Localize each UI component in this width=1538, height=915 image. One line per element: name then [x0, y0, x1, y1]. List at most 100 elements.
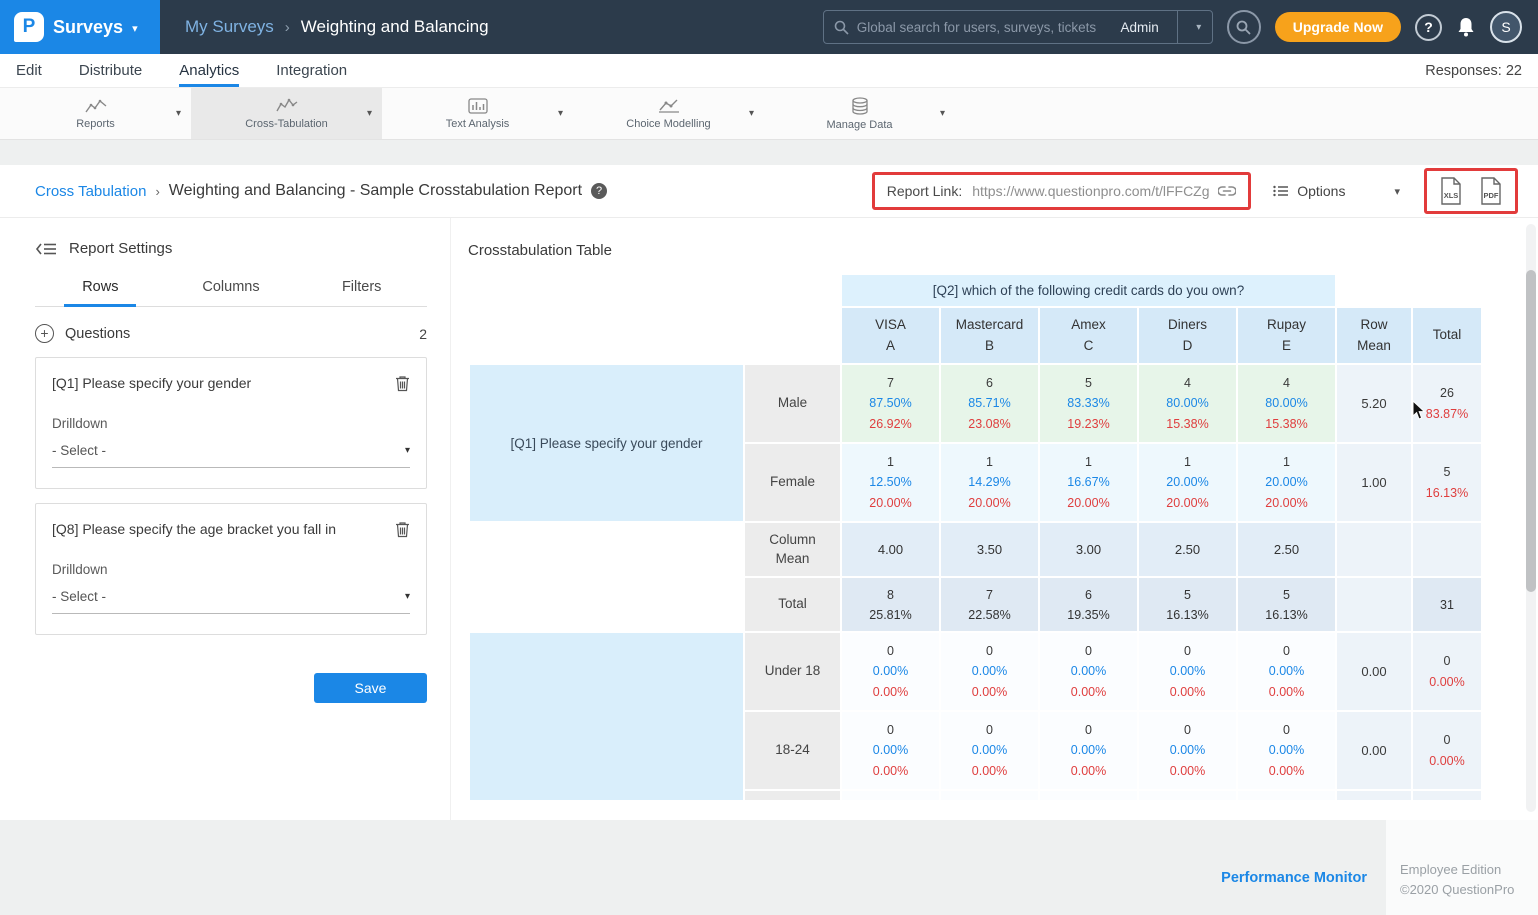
performance-monitor-link[interactable]: Performance Monitor — [1221, 870, 1367, 886]
report-header: Cross Tabulation › Weighting and Balanci… — [0, 165, 1538, 218]
search-submit-button[interactable] — [1227, 10, 1261, 44]
delete-question-icon[interactable] — [395, 375, 410, 392]
column-mean-value: 3.50 — [941, 523, 1038, 576]
toolbar-item-label: Cross-Tabulation — [245, 118, 328, 130]
save-button[interactable]: Save — [314, 673, 427, 703]
edition-panel: Employee Edition ©2020 QuestionPro — [1386, 820, 1538, 915]
question-text: [Q1] Please specify your gender — [52, 375, 251, 392]
search-icon — [834, 20, 849, 35]
corner-blank — [470, 275, 840, 306]
delete-question-icon[interactable] — [395, 521, 410, 538]
tab-rows[interactable]: Rows — [35, 279, 166, 306]
total-value: 825.81% — [842, 578, 939, 631]
drilldown-select[interactable]: - Select - ▾ — [52, 589, 410, 614]
search-scope-caret-icon[interactable]: ▾ — [1186, 22, 1212, 33]
help-button[interactable]: ? — [1415, 14, 1442, 41]
vertical-scrollbar[interactable] — [1526, 224, 1536, 812]
question-card-q1: [Q1] Please specify your gender Drilldow… — [35, 357, 427, 489]
collapse-panel-icon[interactable] — [35, 242, 57, 256]
row-label-18-24: 18-24 — [745, 712, 840, 789]
breadcrumb-current-survey: Weighting and Balancing — [301, 17, 489, 37]
export-xls-button[interactable]: XLS — [1439, 177, 1463, 205]
toolbar-item-manage-data[interactable]: Manage Data ▾ — [764, 88, 955, 139]
nav-item-integration[interactable]: Integration — [276, 54, 347, 87]
data-cell: 685.71%23.08% — [941, 365, 1038, 442]
data-cell: 00.00%0.00% — [1238, 712, 1335, 789]
toolbar-item-cross-tabulation[interactable]: Cross-Tabulation ▾ — [191, 88, 382, 139]
total-value: 722.58% — [941, 578, 1038, 631]
select-caret-icon: ▾ — [405, 591, 410, 602]
link-icon[interactable] — [1218, 186, 1236, 196]
toolbar-caret-icon[interactable]: ▾ — [749, 108, 754, 119]
add-question-button[interactable]: + — [35, 324, 54, 343]
data-cell: 00.00%0.00% — [842, 712, 939, 789]
toolbar-caret-icon[interactable]: ▾ — [367, 108, 372, 119]
column-mean-value: 2.50 — [1139, 523, 1236, 576]
chevron-down-icon[interactable]: ▾ — [132, 22, 138, 35]
report-link-annotation-box: Report Link: https://www.questionpro.com… — [872, 172, 1251, 210]
select-caret-icon: ▾ — [405, 445, 410, 456]
topbar-actions: Admin ▾ Upgrade Now ? S — [823, 10, 1538, 44]
global-search-input[interactable] — [857, 20, 1113, 35]
data-cell: 480.00%15.38% — [1238, 365, 1335, 442]
avatar[interactable]: S — [1490, 11, 1522, 43]
report-link-url[interactable]: https://www.questionpro.com/t/lFFCZg — [972, 183, 1208, 199]
data-cell: 116.67%20.00% — [1040, 444, 1137, 521]
bell-icon — [1456, 16, 1476, 38]
column-header-diners: DinersD — [1139, 308, 1236, 363]
total-value: 619.35% — [1040, 578, 1137, 631]
svg-text:XLS: XLS — [1444, 191, 1459, 200]
toolbar-caret-icon[interactable]: ▾ — [940, 108, 945, 119]
data-cell — [1238, 791, 1335, 800]
options-dropdown[interactable]: Options ▾ — [1273, 183, 1400, 199]
scrollbar-thumb[interactable] — [1526, 270, 1536, 592]
settings-tabs: Rows Columns Filters — [35, 279, 427, 307]
drilldown-select[interactable]: - Select - ▾ — [52, 443, 410, 468]
nav-item-analytics[interactable]: Analytics — [179, 54, 239, 87]
toolbar-item-reports[interactable]: Reports ▾ — [0, 88, 191, 139]
data-cell — [842, 791, 939, 800]
cross-tabulation-section-link[interactable]: Cross Tabulation — [35, 183, 146, 200]
crosstab-table: [Q2] which of the following credit cards… — [468, 273, 1483, 800]
row-label-male: Male — [745, 365, 840, 442]
questions-label: Questions — [65, 326, 130, 342]
choice-modelling-icon — [658, 98, 680, 114]
row-total-cell: 2683.87% — [1413, 365, 1481, 442]
export-pdf-button[interactable]: PDF — [1479, 177, 1503, 205]
report-help-icon[interactable]: ? — [591, 183, 607, 199]
options-caret-icon[interactable]: ▾ — [1394, 185, 1400, 198]
drilldown-label: Drilldown — [52, 416, 410, 431]
empty-cell — [1337, 578, 1411, 631]
search-scope-selector[interactable]: Admin — [1121, 20, 1169, 35]
toolbar-item-text-analysis[interactable]: Text Analysis ▾ — [382, 88, 573, 139]
global-search[interactable]: Admin ▾ — [823, 10, 1213, 44]
drilldown-select-value: - Select - — [52, 443, 106, 458]
upgrade-now-button[interactable]: Upgrade Now — [1275, 12, 1401, 42]
survey-nav: Edit Distribute Analytics Integration Re… — [0, 54, 1538, 88]
surveys-product-menu[interactable]: P Surveys ▾ — [0, 0, 160, 54]
notifications-button[interactable] — [1456, 16, 1476, 38]
toolbar-caret-icon[interactable]: ▾ — [558, 108, 563, 119]
row-group-label-q1: [Q1] Please specify your gender — [470, 365, 743, 521]
data-cell: 120.00%20.00% — [1139, 444, 1236, 521]
data-cell: 00.00%0.00% — [842, 633, 939, 710]
column-header-amex: AmexC — [1040, 308, 1137, 363]
breadcrumb-my-surveys[interactable]: My Surveys — [185, 17, 274, 37]
row-mean-value: 1.00 — [1337, 444, 1411, 521]
tab-filters[interactable]: Filters — [296, 279, 427, 306]
nav-item-distribute[interactable]: Distribute — [79, 54, 142, 87]
toolbar-caret-icon[interactable]: ▾ — [176, 108, 181, 119]
data-cell: 00.00%0.00% — [1040, 712, 1137, 789]
options-label: Options — [1297, 183, 1345, 199]
data-cell: 120.00%20.00% — [1238, 444, 1335, 521]
data-cell — [1139, 791, 1236, 800]
data-cell: 112.50%20.00% — [842, 444, 939, 521]
empty-cell — [1337, 791, 1411, 800]
toolbar-item-choice-modelling[interactable]: Choice Modelling ▾ — [573, 88, 764, 139]
tab-columns[interactable]: Columns — [166, 279, 297, 306]
nav-item-edit[interactable]: Edit — [16, 54, 42, 87]
grand-total: 31 — [1413, 578, 1481, 631]
data-cell — [941, 791, 1038, 800]
questionpro-logo-icon: P — [14, 12, 44, 42]
total-value: 516.13% — [1139, 578, 1236, 631]
